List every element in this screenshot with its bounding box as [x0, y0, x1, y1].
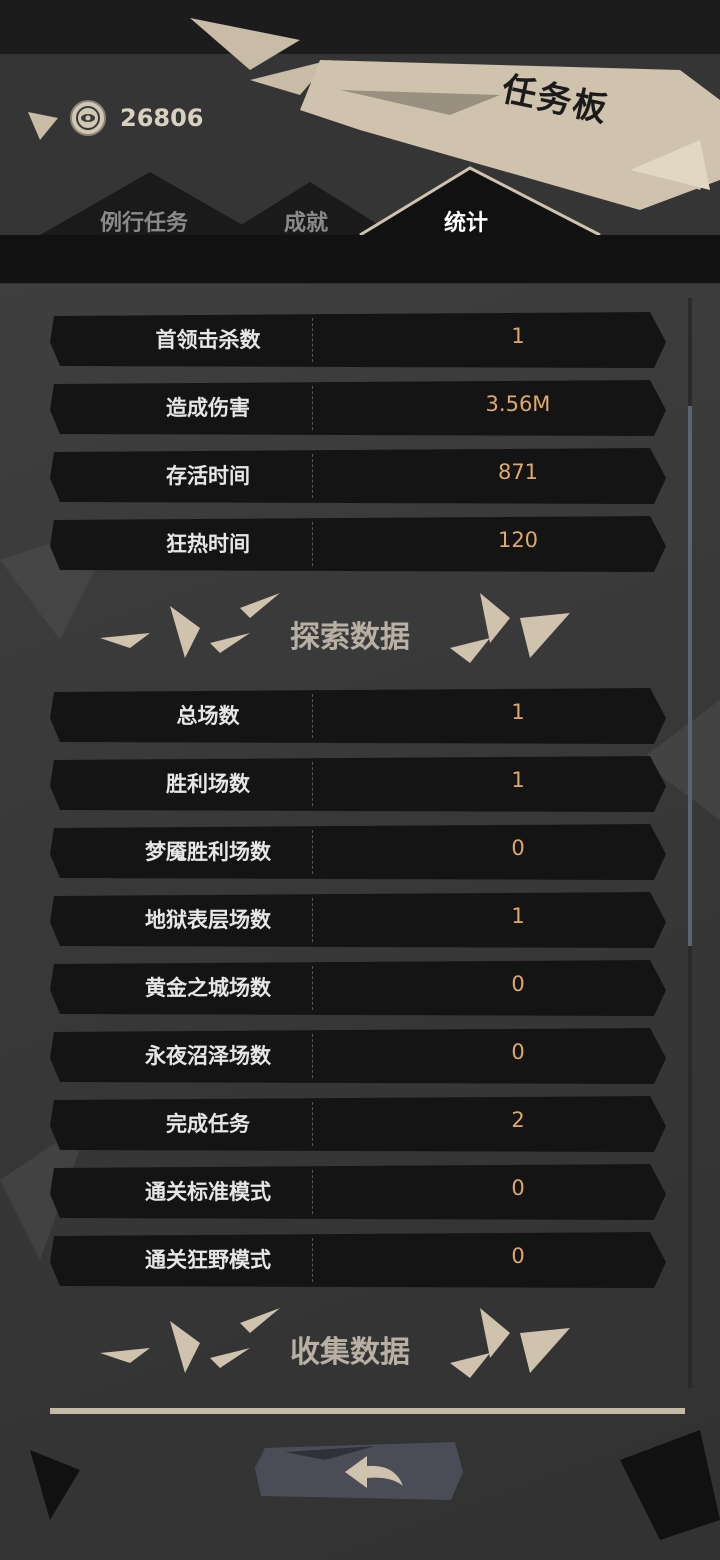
currency-value: 26806 — [120, 104, 204, 132]
stat-value: 2 — [511, 1108, 525, 1132]
coin-icon — [70, 100, 106, 136]
stat-label: 存活时间 — [166, 464, 250, 488]
tab-achievements[interactable]: 成就 — [284, 205, 328, 237]
stat-row: 通关狂野模式 0 — [50, 1232, 670, 1288]
list-bottom-strip — [50, 1408, 685, 1414]
back-arrow-icon — [255, 1442, 463, 1500]
stat-label: 造成伤害 — [166, 396, 250, 420]
stat-value: 871 — [497, 460, 539, 484]
stat-label: 狂热时间 — [166, 532, 250, 556]
stat-row: 通关标准模式 0 — [50, 1164, 670, 1220]
stat-row: 胜利场数 1 — [50, 756, 670, 812]
stat-value: 0 — [511, 836, 525, 860]
tab-underline-strip — [0, 235, 720, 283]
stat-label: 永夜沼泽场数 — [145, 1044, 271, 1068]
currency-display: 26806 — [28, 98, 204, 138]
stat-label: 通关狂野模式 — [145, 1248, 271, 1272]
section-title: 探索数据 — [290, 620, 410, 655]
stat-value: 0 — [511, 972, 525, 996]
section-header-collect: 收集数据 — [90, 1303, 610, 1393]
back-button[interactable] — [255, 1438, 465, 1504]
stat-label: 黄金之城场数 — [145, 976, 271, 1000]
stat-label: 通关标准模式 — [145, 1180, 271, 1204]
stat-value: 0 — [511, 1176, 525, 1200]
section-title: 收集数据 — [290, 1335, 410, 1370]
stat-label: 胜利场数 — [166, 772, 250, 796]
tab-routine-tasks[interactable]: 例行任务 — [100, 205, 188, 237]
stat-value: 120 — [497, 528, 539, 552]
stat-row: 地狱表层场数 1 — [50, 892, 670, 948]
stat-value: 1 — [511, 768, 525, 792]
section-header-explore: 探索数据 — [90, 588, 610, 678]
stat-value: 3.56M — [485, 392, 551, 416]
stat-row: 首领击杀数 1 — [50, 312, 670, 368]
stat-value: 0 — [511, 1244, 525, 1268]
tab-statistics[interactable]: 统计 — [444, 205, 488, 237]
stat-label: 首领击杀数 — [155, 328, 261, 352]
stat-row: 造成伤害 3.56M — [50, 380, 670, 436]
stat-label: 地狱表层场数 — [145, 908, 271, 932]
stat-value: 0 — [511, 1040, 525, 1064]
stat-label: 完成任务 — [166, 1112, 250, 1136]
stat-label: 总场数 — [176, 704, 240, 728]
stat-row: 黄金之城场数 0 — [50, 960, 670, 1016]
stat-row: 总场数 1 — [50, 688, 670, 744]
stats-list[interactable]: 首领击杀数 1 造成伤害 3.56M 存活时间 871 狂热时间 120 探索数… — [50, 298, 690, 1410]
stat-value: 1 — [511, 904, 525, 928]
stat-row: 永夜沼泽场数 0 — [50, 1028, 670, 1084]
stat-row: 存活时间 871 — [50, 448, 670, 504]
stat-row: 梦魇胜利场数 0 — [50, 824, 670, 880]
stat-value: 1 — [511, 324, 525, 348]
stat-row: 完成任务 2 — [50, 1096, 670, 1152]
stat-label: 梦魇胜利场数 — [145, 840, 271, 864]
stat-value: 1 — [511, 700, 525, 724]
stat-row: 狂热时间 120 — [50, 516, 670, 572]
